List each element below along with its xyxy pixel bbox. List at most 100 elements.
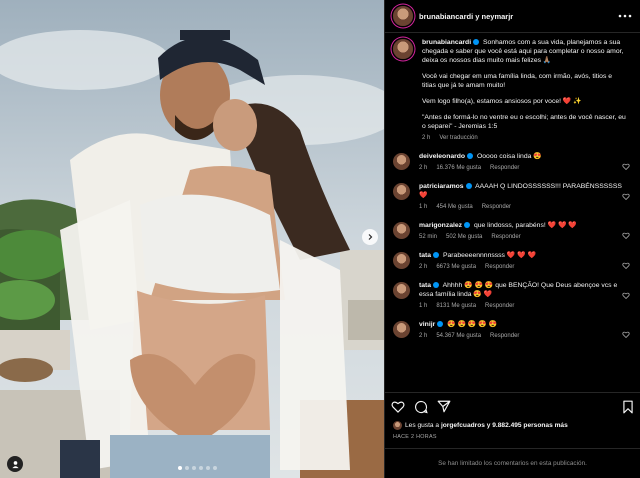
comment-like-button[interactable] [622, 256, 630, 274]
comment-body: marigonzalez que lindosss, parabéns! ❤️ … [419, 221, 624, 242]
verified-badge-icon [473, 38, 480, 45]
heart-icon [391, 401, 405, 413]
comment-body: vinijr 😍 😍 😍 😍 😍 2 h 54.367 Me gusta Respon… [419, 320, 624, 341]
carousel-dot [206, 466, 210, 470]
comment-username[interactable]: tata [419, 252, 431, 259]
heart-icon [622, 163, 630, 171]
comment-time: 52 min [419, 234, 438, 240]
commenter-avatar[interactable] [393, 282, 410, 299]
verified-badge-icon [464, 221, 471, 228]
comment-like-button[interactable] [622, 187, 630, 205]
caption-username[interactable]: brunabiancardi [422, 39, 471, 46]
heart-icon [622, 232, 630, 240]
reply-button[interactable]: Responder [490, 332, 519, 341]
carousel-dot [178, 466, 182, 470]
user-tag-icon [11, 460, 19, 468]
reply-button[interactable]: Responder [490, 164, 519, 173]
comment-row: tata Parabeeeennnnssss ❤️ ❤️ ❤️ 2 h 6673 M… [393, 251, 632, 272]
comment-meta: 1 h 8131 Me gusta Responder [419, 302, 624, 311]
comment-time: 2 h [419, 165, 428, 171]
comment-username[interactable]: marigonzalez [419, 222, 462, 229]
post-header: brunabiancardi y neymarjr [385, 0, 640, 33]
post-side-panel: brunabiancardi y neymarjr brunabiancardi… [384, 0, 640, 478]
verified-badge-icon [465, 182, 472, 189]
comment-likes[interactable]: 502 Me gusta [446, 233, 482, 242]
more-options-button[interactable] [618, 14, 632, 18]
tagged-users-button[interactable] [7, 456, 23, 472]
caption-time: 2 h [422, 135, 431, 141]
carousel-dot [213, 466, 217, 470]
comment-likes[interactable]: 6673 Me gusta [436, 263, 476, 272]
comment-likes[interactable]: 8131 Me gusta [436, 302, 476, 311]
comment-likes[interactable]: 454 Me gusta [436, 203, 472, 212]
reply-button[interactable]: Responder [482, 203, 511, 212]
heart-icon [622, 292, 630, 300]
comment-like-button[interactable] [622, 157, 630, 175]
caption-meta: 2 h Ver traducción [422, 134, 627, 143]
post-authors[interactable]: brunabiancardi y neymarjr [419, 12, 513, 21]
verified-badge-icon [437, 320, 444, 327]
post-age: HACE 2 HORAS [393, 434, 437, 440]
author-avatar[interactable] [393, 6, 413, 26]
caption-paragraph: Você vai chegar em uma família linda, co… [422, 73, 613, 89]
reply-button[interactable]: Responder [491, 233, 520, 242]
comment-row: patriciaramos AAAAH Q LINDOSSSSSS!!! PAR… [393, 182, 632, 212]
caption-body: brunabiancardi Sonhamos com a sua vida, … [422, 38, 627, 143]
comment-text: que lindosss, parabéns! ❤️ ❤️ ❤️ [473, 222, 577, 229]
comment-like-button[interactable] [622, 286, 630, 304]
carousel-dot [185, 466, 189, 470]
comment-text: Ahhhh 😍 😍 😍 que BENÇÃO! Que Deus abençoe… [419, 282, 618, 298]
commenter-avatar[interactable] [393, 153, 410, 170]
likes-user[interactable]: jorgefcuadros [441, 422, 485, 429]
post-actions-bar [385, 392, 640, 420]
comment-time: 1 h [419, 204, 428, 210]
comment-row: deiveleonardo Ooooo coisa linda 😍 2 h 16.3… [393, 152, 632, 173]
commenter-avatar[interactable] [393, 222, 410, 239]
post-caption: brunabiancardi Sonhamos com a sua vida, … [393, 38, 632, 143]
see-translation-button[interactable]: Ver traducción [439, 134, 477, 143]
comment-likes[interactable]: 54.367 Me gusta [436, 332, 481, 341]
comment-body: deiveleonardo Ooooo coisa linda 😍 2 h 16.3… [419, 152, 624, 173]
save-button[interactable] [622, 400, 634, 414]
comment-button[interactable] [414, 400, 428, 414]
comments-list[interactable]: brunabiancardi Sonhamos com a sua vida, … [385, 33, 640, 388]
share-button[interactable] [437, 400, 451, 413]
comment-like-button[interactable] [622, 226, 630, 244]
comment-body: tata Parabeeeennnnssss ❤️ ❤️ ❤️ 2 h 6673 M… [419, 251, 624, 272]
comment-text: Parabeeeennnnssss ❤️ ❤️ ❤️ [442, 252, 537, 259]
send-icon [437, 400, 451, 413]
likes-summary[interactable]: Les gusta a jorgefcuadros y 9.882.495 pe… [393, 421, 632, 430]
carousel-dot [192, 466, 196, 470]
chevron-right-icon [368, 234, 373, 240]
comment-like-button[interactable] [622, 325, 630, 343]
comment-meta: 2 h 6673 Me gusta Responder [419, 263, 624, 272]
like-button[interactable] [391, 400, 405, 413]
caption-avatar[interactable] [393, 39, 413, 59]
commenter-avatar[interactable] [393, 321, 410, 338]
photo-illustration [0, 0, 384, 478]
likes-count[interactable]: y 9.882.495 personas más [487, 422, 568, 429]
comment-username[interactable]: tata [419, 282, 431, 289]
comment-username[interactable]: vinijr [419, 321, 435, 328]
reply-button[interactable]: Responder [485, 302, 514, 311]
comment-body: tata Ahhhh 😍 😍 😍 que BENÇÃO! Que Deus ab… [419, 281, 624, 311]
comment-username[interactable]: deiveleonardo [419, 153, 465, 160]
comment-time: 2 h [419, 333, 428, 339]
more-horizontal-icon [618, 14, 632, 18]
comment-text: Ooooo coisa linda 😍 [476, 153, 542, 160]
commenter-avatar[interactable] [393, 183, 410, 200]
caption-paragraph: "Antes de formá-lo no ventre eu o escolh… [422, 114, 626, 130]
heart-icon [622, 331, 630, 339]
carousel-dot [199, 466, 203, 470]
comment-row: tata Ahhhh 😍 😍 😍 que BENÇÃO! Que Deus ab… [393, 281, 632, 311]
comment-likes[interactable]: 16.376 Me gusta [436, 164, 481, 173]
comment-meta: 1 h 454 Me gusta Responder [419, 203, 624, 212]
verified-badge-icon [433, 281, 440, 288]
comment-meta: 2 h 16.376 Me gusta Responder [419, 164, 624, 173]
commenter-avatar[interactable] [393, 252, 410, 269]
comment-username[interactable]: patriciaramos [419, 183, 464, 190]
comment-row: marigonzalez que lindosss, parabéns! ❤️ … [393, 221, 632, 242]
reply-button[interactable]: Responder [485, 263, 514, 272]
comment-text: 😍 😍 😍 😍 😍 [447, 321, 498, 328]
next-photo-button[interactable] [362, 229, 378, 245]
